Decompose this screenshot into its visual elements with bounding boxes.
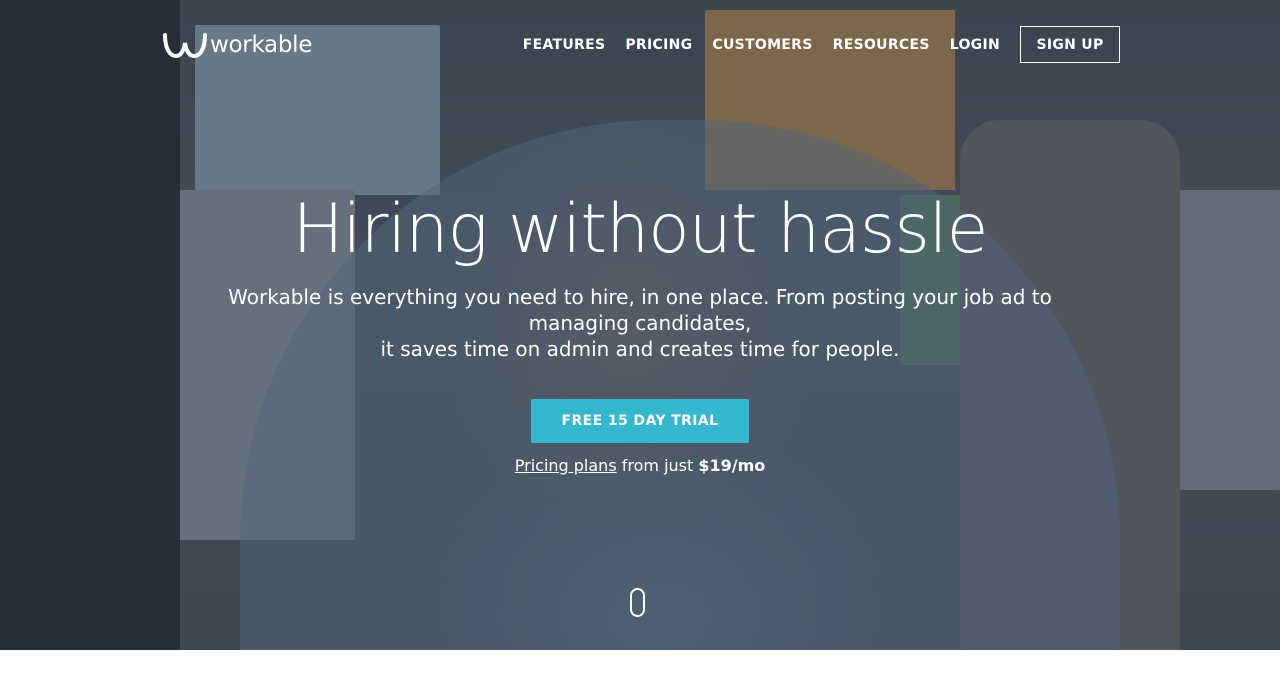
nav-features[interactable]: FEATURES bbox=[523, 27, 606, 63]
pricing-price: $19/mo bbox=[698, 456, 766, 475]
hero-subtext: Workable is everything you need to hire,… bbox=[210, 284, 1070, 362]
nav-pricing[interactable]: PRICING bbox=[625, 27, 692, 63]
hero-subtext-line1: Workable is everything you need to hire,… bbox=[228, 285, 1052, 335]
workable-logo-icon bbox=[163, 33, 207, 59]
signup-button[interactable]: SIGN UP bbox=[1020, 26, 1120, 63]
pricing-note: Pricing plans from just $19/mo bbox=[0, 455, 1280, 477]
scroll-mouse-icon[interactable] bbox=[630, 588, 645, 617]
pricing-plans-link[interactable]: Pricing plans bbox=[515, 456, 617, 475]
nav-login[interactable]: LOGIN bbox=[950, 27, 1000, 63]
workable-logo[interactable]: workable bbox=[162, 30, 312, 60]
free-trial-button[interactable]: FREE 15 DAY TRIAL bbox=[531, 399, 749, 443]
main-nav: FEATURES PRICING CUSTOMERS RESOURCES LOG… bbox=[503, 26, 1120, 63]
hero-subtext-line2: it saves time on admin and creates time … bbox=[380, 337, 900, 361]
nav-customers[interactable]: CUSTOMERS bbox=[712, 27, 812, 63]
hero-headline: Hiring without hassle bbox=[292, 190, 989, 269]
top-navigation: workable FEATURES PRICING CUSTOMERS RESO… bbox=[0, 0, 1280, 90]
nav-resources[interactable]: RESOURCES bbox=[833, 27, 930, 63]
brand-name: workable bbox=[210, 32, 313, 58]
pricing-note-text: from just bbox=[616, 456, 699, 475]
hero-section: workable FEATURES PRICING CUSTOMERS RESO… bbox=[0, 0, 1280, 650]
